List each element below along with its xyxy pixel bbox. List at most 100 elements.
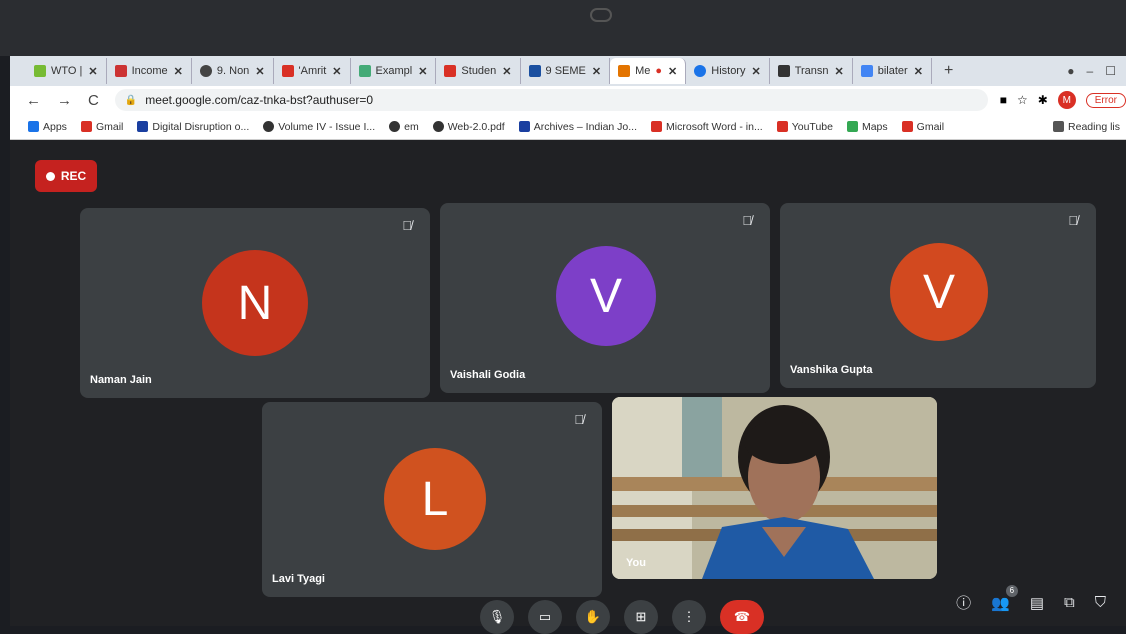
bookmark-digital-disruption[interactable]: Digital Disruption o... — [137, 121, 249, 133]
tab-seme[interactable]: 9 SEME ✕ — [521, 58, 611, 84]
new-tab-button[interactable]: + — [932, 62, 965, 80]
camera-button[interactable]: ▭ — [528, 600, 562, 634]
participant-tile-lavi[interactable]: 🎙̸ L Lavi Tyagi — [262, 402, 602, 597]
window-controls: ● – ☐ — [1067, 64, 1126, 78]
back-icon[interactable]: ← — [26, 92, 41, 109]
tab-history[interactable]: History ✕ — [686, 58, 770, 84]
participant-tile-vanshika[interactable]: 🎙̸ V Vanshika Gupta — [780, 203, 1096, 388]
mic-off-icon: 🎙̸ — [402, 218, 412, 233]
tab-favicon — [528, 65, 541, 77]
bookmark-youtube[interactable]: YouTube — [776, 121, 833, 133]
hand-icon: ✋ — [584, 609, 602, 624]
tab-income[interactable]: Income ✕ — [107, 58, 192, 84]
close-icon[interactable]: ✕ — [502, 65, 511, 78]
close-icon[interactable]: ✕ — [668, 65, 677, 78]
recording-badge[interactable]: REC — [35, 160, 97, 192]
lock-icon: 🔒 — [124, 94, 138, 106]
reading-list-icon — [1053, 121, 1065, 132]
minimize-button[interactable]: – — [1087, 64, 1094, 78]
participant-name: Vanshika Gupta — [790, 364, 873, 376]
bookmark-archives[interactable]: Archives – Indian Jo... — [518, 121, 637, 133]
bookmark-gmail-2[interactable]: Gmail — [901, 121, 944, 133]
camera-icon: ▭ — [538, 609, 552, 624]
end-call-button[interactable]: ☎ — [720, 600, 764, 634]
activities-button[interactable]: ⧉ — [1064, 594, 1075, 611]
present-icon: ⊞ — [635, 609, 647, 624]
close-icon[interactable]: ✕ — [418, 65, 427, 78]
bookmarks-bar: Apps Gmail Digital Disruption o... Volum… — [10, 114, 1126, 140]
reading-list[interactable]: Reading lis — [1053, 121, 1126, 133]
tab-bilateral[interactable]: bilater ✕ — [853, 58, 932, 84]
participant-tile-vaishali[interactable]: 🎙̸ V Vaishali Godia — [440, 203, 770, 393]
meet-icon — [618, 65, 631, 77]
close-icon[interactable]: ✕ — [255, 65, 264, 78]
camera-icon[interactable]: ■ — [1000, 93, 1007, 107]
tab-non[interactable]: 9. Non ✕ — [192, 58, 274, 84]
chat-button[interactable]: ▤ — [1030, 594, 1044, 612]
mic-button[interactable]: 🎙 — [480, 600, 514, 634]
bookmark-apps[interactable]: Apps — [28, 121, 67, 133]
record-dot-icon — [45, 171, 55, 181]
participant-tile-naman[interactable]: 🎙̸ N Naman Jain — [80, 208, 430, 398]
url-text: meet.google.com/caz-tnka-bst?authuser=0 — [145, 93, 374, 107]
tab-favicon — [114, 65, 127, 77]
history-icon — [694, 65, 707, 77]
close-icon[interactable]: ✕ — [88, 65, 97, 78]
error-pill[interactable]: Error — [1085, 92, 1126, 108]
self-video-feed — [612, 397, 937, 579]
close-icon[interactable]: ✕ — [174, 65, 183, 78]
bookmark-volume-iv[interactable]: Volume IV - Issue I... — [263, 121, 375, 133]
tab-transn[interactable]: Transn ✕ — [770, 58, 853, 84]
globe-icon — [263, 121, 275, 132]
self-video-tile[interactable]: You — [612, 397, 937, 579]
host-controls-button[interactable]: ⛉ — [1095, 594, 1106, 611]
self-label: You — [626, 557, 646, 569]
tab-meet[interactable]: Me ● ✕ — [610, 58, 687, 84]
people-count-badge: 6 — [1005, 584, 1018, 597]
mic-icon: 🎙 — [488, 609, 506, 624]
maximize-button[interactable]: ☐ — [1105, 64, 1116, 78]
raise-hand-button[interactable]: ✋ — [576, 600, 610, 634]
avatar: N — [202, 250, 308, 356]
address-input[interactable]: 🔒 meet.google.com/caz-tnka-bst?authuser=… — [114, 89, 988, 111]
extensions-icon[interactable]: ✱ — [1038, 93, 1048, 107]
star-icon[interactable]: ☆ — [1017, 93, 1028, 107]
google-icon — [860, 65, 873, 77]
apps-grid-icon — [28, 121, 39, 132]
bookmark-microsoft-word[interactable]: Microsoft Word - in... — [651, 121, 763, 133]
mic-off-icon: 🎙̸ — [574, 412, 584, 427]
avatar: L — [384, 448, 486, 550]
close-icon[interactable]: ✕ — [332, 65, 341, 78]
gmail-icon — [444, 65, 457, 77]
gmail-icon — [281, 65, 294, 77]
forward-icon[interactable]: → — [57, 92, 72, 109]
tab-wto[interactable]: WTO | ✕ — [26, 58, 107, 84]
tab-amrit[interactable]: 'Amrit ✕ — [274, 58, 351, 84]
tab-student[interactable]: Studen ✕ — [436, 58, 521, 84]
people-button[interactable]: 👥 6 — [991, 584, 1018, 612]
record-indicator-icon: ● — [1067, 64, 1075, 78]
bookmark-web20[interactable]: Web-2.0.pdf — [432, 121, 505, 133]
more-options-button[interactable]: ⋮ — [672, 600, 706, 634]
info-button[interactable]: ⓘ — [956, 592, 971, 613]
tab-favicon — [777, 65, 790, 77]
bookmark-gmail[interactable]: Gmail — [80, 121, 123, 133]
info-icon: ⓘ — [956, 595, 972, 612]
bookmark-maps[interactable]: Maps — [846, 121, 888, 133]
mic-off-icon: 🎙̸ — [1068, 213, 1078, 228]
tab-example[interactable]: Exampl ✕ — [351, 58, 437, 84]
globe-icon — [389, 121, 401, 132]
tab-favicon — [199, 65, 212, 77]
close-icon[interactable]: ✕ — [751, 65, 760, 78]
avatar: V — [556, 246, 656, 346]
close-icon[interactable]: ✕ — [592, 65, 601, 78]
close-icon[interactable]: ✕ — [914, 65, 923, 78]
profile-avatar[interactable]: M — [1057, 91, 1076, 109]
call-controls: 🎙 ▭ ✋ ⊞ ⋮ ☎ — [480, 600, 764, 634]
reload-icon[interactable]: C — [88, 92, 99, 109]
address-bar-row: ← → C 🔒 meet.google.com/caz-tnka-bst?aut… — [10, 86, 1126, 114]
shield-icon: ⛉ — [1094, 594, 1106, 611]
bookmark-em[interactable]: em — [389, 121, 419, 133]
close-icon[interactable]: ✕ — [835, 65, 844, 78]
present-button[interactable]: ⊞ — [624, 600, 658, 634]
